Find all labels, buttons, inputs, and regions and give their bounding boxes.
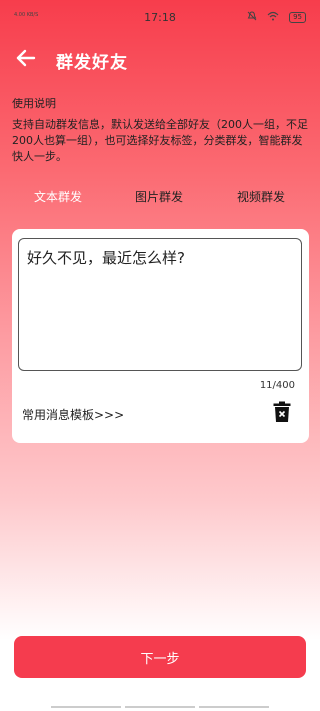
message-card: 好久不见，最近怎么样? 11/400 常用消息模板>>> xyxy=(12,229,309,443)
message-input[interactable]: 好久不见，最近怎么样? xyxy=(18,238,302,371)
nav-segment xyxy=(125,706,195,708)
tab-video[interactable]: 视频群发 xyxy=(237,188,285,205)
usage-description: 支持自动群发信息，默认发送给全部好友（200人一组，不足200人也算一组），也可… xyxy=(12,118,308,163)
wifi-icon xyxy=(267,11,279,24)
mode-tabs: 文本群发 图片群发 视频群发 xyxy=(0,188,320,208)
next-button[interactable]: 下一步 xyxy=(14,636,306,678)
char-counter: 11/400 xyxy=(259,380,295,391)
system-nav-bar xyxy=(0,706,320,711)
template-link[interactable]: 常用消息模板>>> xyxy=(22,406,124,423)
back-arrow-icon[interactable] xyxy=(14,46,38,70)
nav-segment xyxy=(199,706,269,708)
usage-title: 使用说明 xyxy=(12,97,56,110)
tab-image[interactable]: 图片群发 xyxy=(135,188,183,205)
battery-icon: 95 xyxy=(289,12,306,23)
status-icons: 95 xyxy=(247,11,306,24)
status-bar: 4.00 KB/S 17:18 95 xyxy=(0,0,320,36)
app-header: 群发好友 xyxy=(0,36,320,80)
nav-segment xyxy=(51,706,121,708)
trash-icon[interactable] xyxy=(273,401,291,423)
tab-text[interactable]: 文本群发 xyxy=(34,188,82,205)
mute-icon xyxy=(247,11,257,24)
page-title: 群发好友 xyxy=(56,53,128,73)
